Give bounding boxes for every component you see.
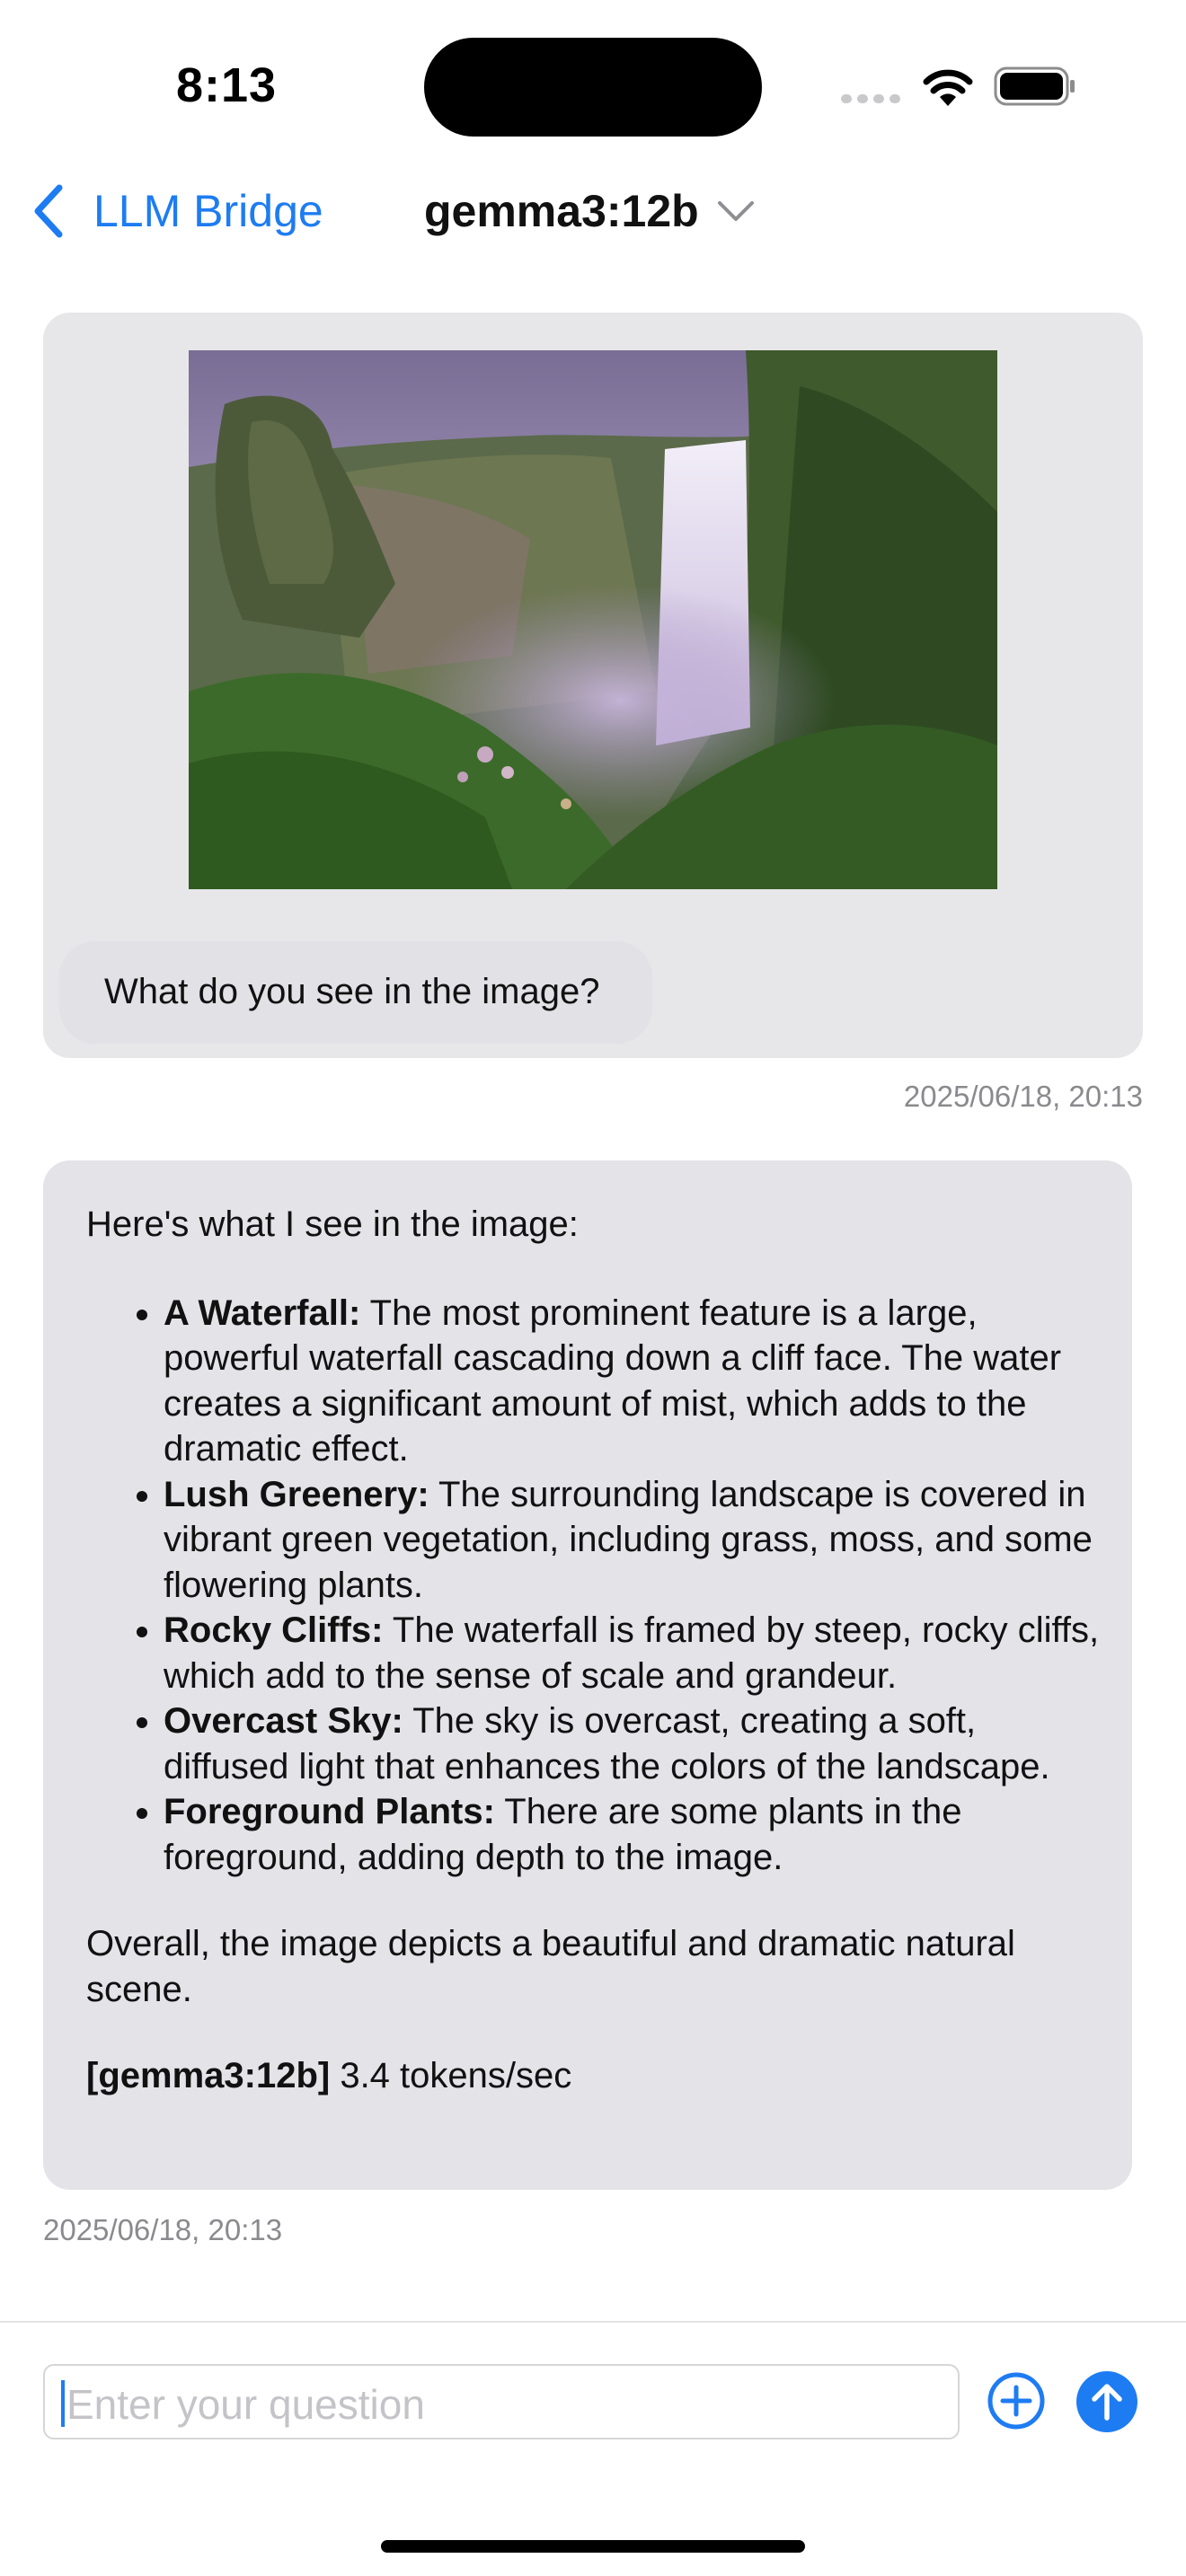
list-item: Foreground Plants: There are some plants… — [164, 1789, 1102, 1880]
assistant-intro: Here's what I see in the image: — [86, 1204, 579, 1244]
list-item-title: Overcast Sky: — [164, 1701, 403, 1741]
user-message-timestamp: 2025/06/18, 20:13 — [903, 1080, 1143, 1113]
back-button-label: LLM Bridge — [93, 186, 323, 236]
chevron-left-icon — [34, 184, 63, 238]
user-message-bubble: What do you see in the image? — [43, 313, 1143, 1058]
list-item: Rocky Cliffs: The waterfall is framed by… — [164, 1608, 1102, 1698]
model-tag: [gemma3:12b] — [86, 2056, 331, 2095]
model-selector[interactable]: gemma3:12b — [424, 180, 755, 243]
wifi-icon — [923, 69, 973, 106]
question-placeholder: Enter your question — [66, 2381, 425, 2428]
list-item-title: Rocky Cliffs: — [164, 1610, 384, 1650]
list-item: Lush Greenery: The surrounding landscape… — [164, 1472, 1102, 1609]
list-item-title: Foreground Plants: — [164, 1792, 495, 1831]
user-message-pill: What do you see in the image? — [59, 941, 652, 1044]
observation-list: A Waterfall: The most prominent feature … — [86, 1291, 1102, 1881]
question-input[interactable]: Enter your question — [43, 2364, 960, 2439]
home-indicator — [381, 2540, 805, 2553]
dynamic-island — [424, 38, 762, 137]
response-meta: [gemma3:12b] 3.4 tokens/sec — [86, 2053, 1102, 2099]
back-button[interactable]: LLM Bridge — [31, 180, 323, 243]
list-item: Overcast Sky: The sky is overcast, creat… — [164, 1698, 1102, 1789]
assistant-message-content: Here's what I see in the image: A Waterf… — [86, 1202, 1102, 2099]
assistant-outro: Overall, the image depicts a beautiful a… — [86, 1924, 1015, 2009]
arrow-up-circle-icon[interactable] — [1076, 2371, 1137, 2432]
attached-image[interactable] — [189, 350, 997, 889]
chevron-down-icon — [717, 201, 754, 221]
assistant-message-timestamp: 2025/06/18, 20:13 — [43, 2213, 283, 2246]
text-caret — [61, 2380, 65, 2427]
plus-circle-icon[interactable] — [987, 2371, 1046, 2430]
list-item: A Waterfall: The most prominent feature … — [164, 1291, 1102, 1472]
input-divider — [0, 2321, 1186, 2323]
model-title: gemma3:12b — [424, 186, 699, 236]
status-time: 8:13 — [176, 58, 278, 112]
tokens-per-sec: 3.4 tokens/sec — [330, 2056, 572, 2095]
cellular-signal-icon — [841, 94, 900, 103]
list-item-title: A Waterfall: — [164, 1292, 361, 1333]
battery-icon — [994, 66, 1075, 106]
waterfall-photo — [189, 350, 997, 889]
list-item-title: Lush Greenery: — [164, 1474, 429, 1514]
assistant-message-bubble: Here's what I see in the image: A Waterf… — [43, 1160, 1132, 2190]
user-message-text: What do you see in the image? — [104, 972, 600, 1011]
